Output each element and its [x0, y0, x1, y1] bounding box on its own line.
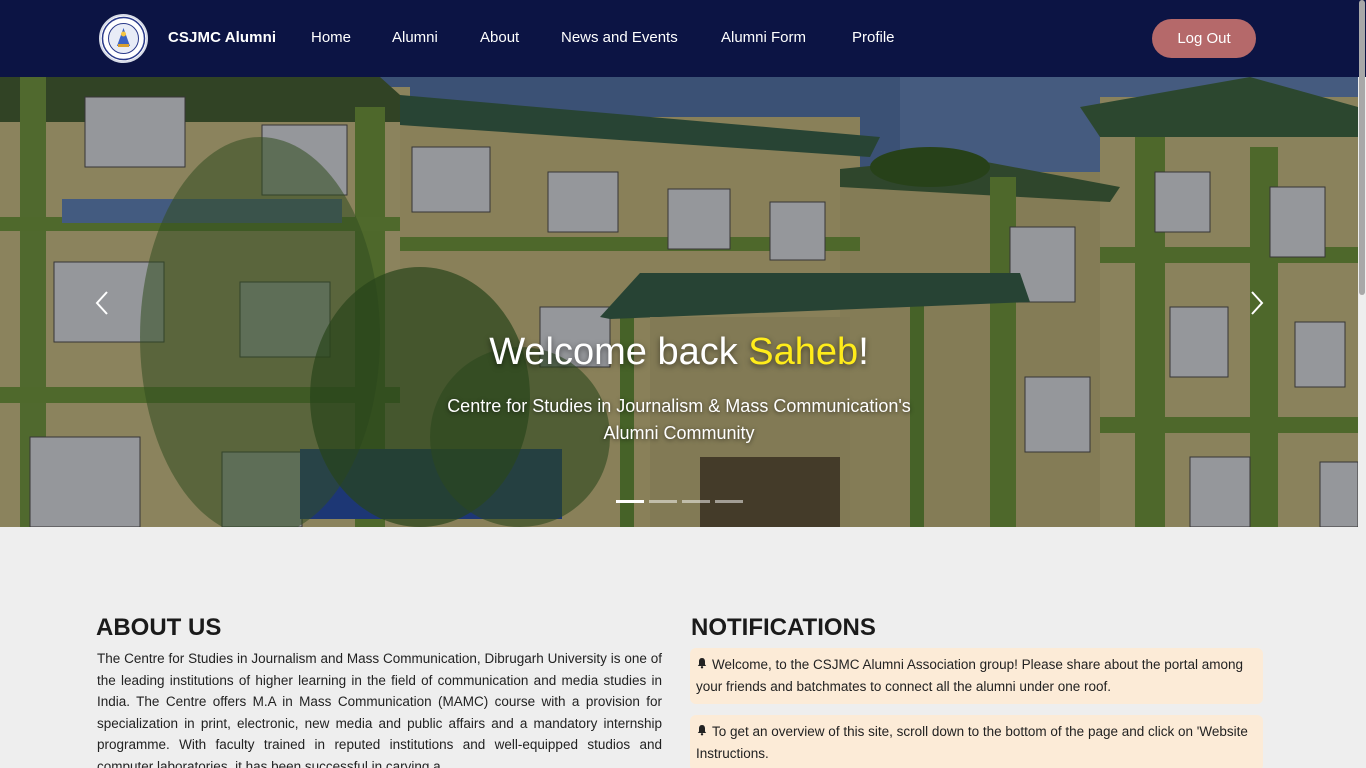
- notifications-heading: NOTIFICATIONS: [691, 614, 876, 641]
- site-brand[interactable]: CSJMC Alumni: [168, 29, 276, 46]
- chevron-left-icon: [95, 291, 108, 315]
- nav-home-link[interactable]: Home: [311, 29, 351, 46]
- hero-subtitle: Centre for Studies in Journalism & Mass …: [0, 393, 1358, 447]
- nav-profile-link[interactable]: Profile: [852, 29, 895, 46]
- bell-icon: [697, 658, 707, 669]
- notification-text-2: To get an overview of this site, scroll …: [696, 724, 1248, 761]
- notification-item: To get an overview of this site, scroll …: [690, 715, 1263, 768]
- carousel-prev-button[interactable]: [87, 285, 117, 321]
- about-us-heading: ABOUT US: [96, 614, 222, 641]
- chevron-right-icon: [1251, 291, 1264, 315]
- carousel-indicator-4[interactable]: [715, 500, 743, 503]
- welcome-suffix: !: [858, 331, 869, 373]
- carousel-indicators: [616, 500, 743, 503]
- hero-subtitle-line2: Alumni Community: [603, 423, 755, 443]
- hero-dark-overlay: [0, 77, 1358, 527]
- notification-text-1: Welcome, to the CSJMC Alumni Association…: [696, 657, 1244, 694]
- logout-button[interactable]: Log Out: [1152, 19, 1256, 58]
- nav-about-link[interactable]: About: [480, 29, 519, 46]
- carousel-indicator-1[interactable]: [616, 500, 644, 503]
- carousel-next-button[interactable]: [1242, 285, 1272, 321]
- nav-alumni-form-link[interactable]: Alumni Form: [721, 29, 806, 46]
- hero-carousel: Welcome back Saheb! Centre for Studies i…: [0, 77, 1358, 527]
- nav-alumni-link[interactable]: Alumni: [392, 29, 438, 46]
- university-logo[interactable]: [99, 14, 148, 63]
- carousel-indicator-3[interactable]: [682, 500, 710, 503]
- carousel-indicator-2[interactable]: [649, 500, 677, 503]
- notification-item: Welcome, to the CSJMC Alumni Association…: [690, 648, 1263, 704]
- top-navbar: CSJMC Alumni Home Alumni About News and …: [0, 0, 1366, 77]
- welcome-heading: Welcome back Saheb!: [0, 331, 1358, 374]
- about-us-text: The Centre for Studies in Journalism and…: [97, 651, 662, 768]
- bell-icon: [697, 725, 707, 736]
- hero-subtitle-line1: Centre for Studies in Journalism & Mass …: [447, 396, 911, 416]
- user-name: Saheb: [748, 331, 859, 373]
- university-seal-icon: [101, 16, 146, 61]
- nav-news-events-link[interactable]: News and Events: [561, 29, 678, 46]
- welcome-prefix: Welcome back: [489, 331, 749, 373]
- page-scrollbar-thumb[interactable]: [1359, 0, 1365, 295]
